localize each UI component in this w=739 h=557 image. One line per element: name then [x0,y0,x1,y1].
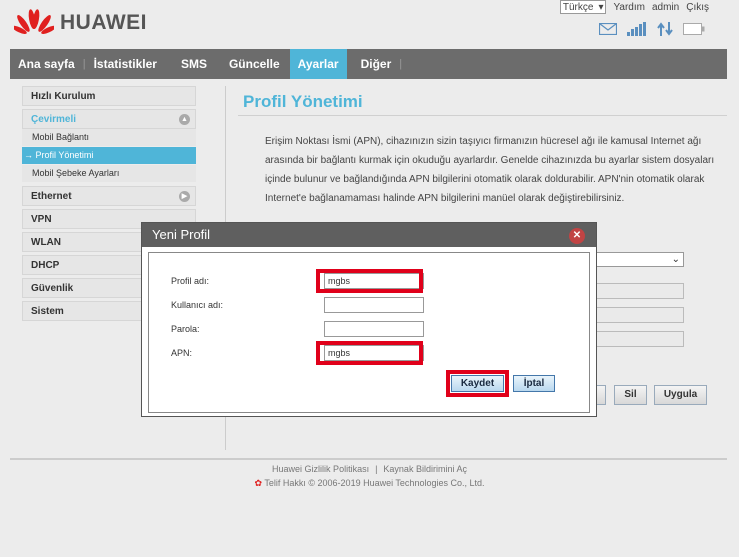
footer-links: Huawei Gizlilik Politikası | Kaynak Bild… [0,462,739,476]
sidebar-item-ethernet[interactable]: Ethernet ▶ [22,186,196,206]
username-input[interactable] [324,297,424,313]
main-nav: Ana sayfa | İstatistikler SMS Güncelle A… [10,49,727,79]
profile-select[interactable]: ⌄ [590,252,684,267]
sidebar-item-label: Çevirmeli [31,114,77,125]
language-select[interactable]: Türkçe ▾ [559,0,607,14]
profile-name-label: Profil adı: [171,276,210,286]
profile-detail-field [590,283,684,299]
header: HUAWEI Türkçe ▾ Yardım admin Çıkış [0,0,739,48]
title-divider [238,115,727,116]
chevron-down-icon: ⌄ [671,254,680,265]
battery-icon [683,23,705,35]
sidebar-item-dialup[interactable]: Çevirmeli ▲ [22,109,196,129]
sidebar-sub-mobile-network-settings[interactable]: Mobil Şebeke Ayarları [22,165,196,182]
nav-statistics[interactable]: İstatistikler [86,49,165,79]
footer: Huawei Gizlilik Politikası | Kaynak Bild… [0,462,739,490]
page-description: Erişim Noktası İsmi (APN), cihazınızın s… [265,136,715,204]
dialog-title: Yeni Profil [152,227,211,242]
page-title: Profil Yönetimi [243,92,363,111]
footer-separator: | [375,464,378,474]
privacy-policy-link[interactable]: Huawei Gizlilik Politikası [272,462,369,476]
dialog-title-bar: Yeni Profil ✕ [142,223,596,247]
copyright: ✿ Telif Hakkı © 2006-2019 Huawei Technol… [0,476,739,490]
cancel-button[interactable]: İptal [513,375,555,392]
apn-label: APN: [171,348,193,358]
highlight-box [316,269,423,293]
language-value: Türkçe [562,1,594,13]
logo-text: HUAWEI [60,11,147,34]
nav-separator: | [399,58,403,70]
close-icon[interactable]: ✕ [569,228,585,244]
nav-update[interactable]: Güncelle [221,49,288,79]
data-transfer-icon [657,22,673,36]
sidebar-item-quick-setup[interactable]: Hızlı Kurulum [22,86,196,106]
logout-link[interactable]: Çıkış [686,2,709,13]
new-profile-button[interactable] [596,385,606,405]
huawei-small-icon: ✿ [254,478,263,488]
profile-detail-field [590,331,684,347]
new-profile-dialog: Yeni Profil ✕ Profil adı: mgbs Kullanıcı… [141,222,597,417]
nav-other[interactable]: Diğer [353,49,400,79]
huawei-logo: HUAWEI [14,8,147,38]
highlight-box [316,341,423,365]
status-icons [599,22,705,36]
sidebar-sub-mobile-connection[interactable]: Mobil Bağlantı [22,129,196,146]
nav-settings[interactable]: Ayarlar [289,49,347,79]
footer-divider [10,458,727,460]
expand-icon: ▶ [179,191,190,202]
help-link[interactable]: Yardım [613,2,645,13]
top-links: Türkçe ▾ Yardım admin Çıkış [559,0,709,14]
profile-detail-field [590,307,684,323]
nav-home[interactable]: Ana sayfa [10,49,83,79]
sidebar-sub-profile-management[interactable]: → Profil Yönetimi [22,147,196,164]
dialog-body: Profil adı: mgbs Kullanıcı adı: Parola: … [148,252,590,413]
highlight-box [446,370,509,397]
sidebar-item-label: Ethernet [31,191,72,202]
nav-sms[interactable]: SMS [173,49,215,79]
sms-envelope-icon[interactable] [599,23,617,35]
password-label: Parola: [171,324,200,334]
username-label: Kullanıcı adı: [171,300,224,310]
signal-strength-icon [627,22,646,36]
copyright-text: Telif Hakkı © 2006-2019 Huawei Technolog… [264,478,485,488]
password-input[interactable] [324,321,424,337]
chevron-down-icon: ▾ [598,1,604,13]
collapse-icon: ▲ [179,114,190,125]
huawei-flower-icon [14,9,54,34]
delete-button[interactable]: Sil [614,385,647,405]
apply-button[interactable]: Uygula [654,385,707,405]
user-link[interactable]: admin [652,2,679,13]
open-source-link[interactable]: Kaynak Bildirimini Aç [383,462,467,476]
